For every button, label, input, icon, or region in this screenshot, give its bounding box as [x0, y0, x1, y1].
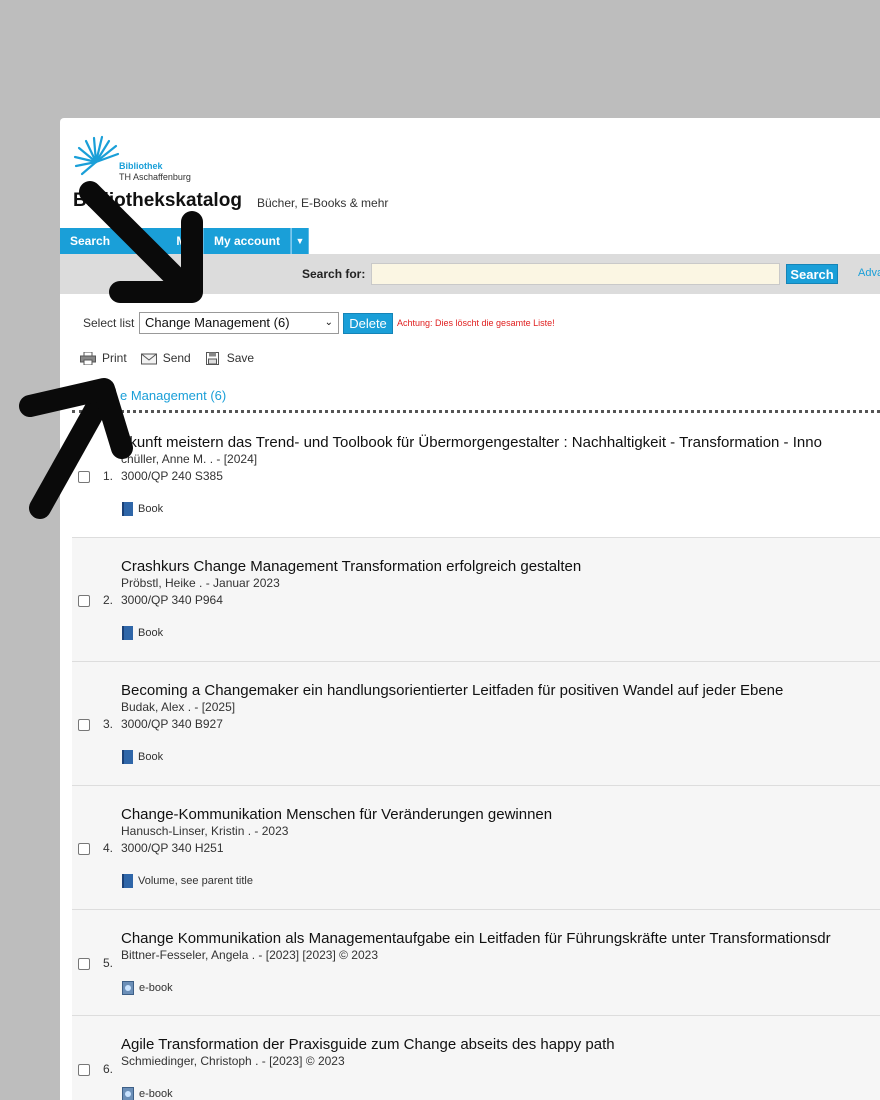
- delete-list-button[interactable]: Delete: [343, 313, 393, 334]
- book-icon: [122, 874, 133, 888]
- list-select-value: Change Management (6): [145, 315, 290, 330]
- list-actions: Print Send Save: [80, 351, 254, 365]
- list-item: Becoming a Changemaker ein handlungsorie…: [72, 662, 880, 786]
- list-select[interactable]: Change Management (6) ⌄: [139, 312, 339, 334]
- media-type: e-book: [122, 981, 173, 995]
- list-item: Change Kommunikation als Managementaufga…: [72, 910, 880, 1016]
- media-type-label: e-book: [139, 982, 173, 994]
- save-action[interactable]: Save: [205, 351, 254, 365]
- media-type: Book: [122, 750, 163, 764]
- media-type-label: e-book: [139, 1088, 173, 1100]
- envelope-icon: [140, 353, 157, 364]
- divider: [72, 410, 880, 413]
- result-checkbox[interactable]: [78, 471, 90, 483]
- result-number: 5.: [103, 956, 114, 970]
- search-bar: Search for: Search Adva: [60, 254, 880, 294]
- result-author: chüller, Anne M. . - [2024]: [121, 452, 258, 466]
- result-title[interactable]: Change Kommunikation als Managementaufga…: [121, 930, 831, 947]
- result-author: Budak, Alex . - [2025]: [121, 700, 236, 714]
- media-type-label: Volume, see parent title: [138, 875, 253, 887]
- book-icon: [122, 626, 133, 640]
- result-title[interactable]: Change-Kommunikation Menschen für Veränd…: [121, 806, 552, 823]
- media-type: Book: [122, 626, 163, 640]
- result-checkbox[interactable]: [78, 1064, 90, 1076]
- print-action[interactable]: Print: [80, 351, 127, 365]
- print-label: Print: [102, 351, 127, 365]
- media-type-label: Book: [138, 627, 164, 639]
- logo-line-2: TH Aschaffenburg: [119, 172, 191, 182]
- floppy-disk-icon: [205, 351, 219, 365]
- page-title: Bibliothekskatalog: [73, 190, 242, 211]
- result-checkbox[interactable]: [78, 958, 90, 970]
- send-label: Send: [162, 351, 191, 365]
- result-number: 4.: [103, 841, 114, 855]
- result-checkbox[interactable]: [78, 719, 90, 731]
- result-author: Hanusch-Linser, Kristin . - 2023: [121, 824, 289, 838]
- result-number: 1.: [103, 469, 114, 483]
- page-subtitle: Bücher, E-Books & mehr: [257, 196, 389, 210]
- sunburst-logo-icon: [73, 135, 120, 176]
- call-number: 3000/QP 340 H251: [121, 841, 224, 855]
- media-type-label: Book: [138, 503, 164, 515]
- delete-warning: Achtung: Dies löscht die gesamte Liste!: [397, 318, 555, 328]
- media-type-label: Book: [138, 751, 164, 763]
- media-type: Volume, see parent title: [122, 874, 253, 888]
- result-author: Pröbstl, Heike . - Januar 2023: [121, 576, 280, 590]
- catalog-page: Bibliothek TH Aschaffenburg Bibliotheksk…: [60, 118, 880, 1100]
- list-item: Crashkurs Change Management Transformati…: [72, 538, 880, 662]
- advanced-search-link[interactable]: Adva: [858, 267, 880, 279]
- printer-icon: [80, 351, 96, 365]
- result-title[interactable]: Becoming a Changemaker ein handlungsorie…: [121, 682, 783, 699]
- tab-my-account[interactable]: My account: [204, 228, 292, 254]
- select-list-label: Select list: [83, 316, 135, 330]
- result-number: 3.: [103, 717, 114, 731]
- list-item: ukunft meistern das Trend- und Toolbook …: [72, 418, 880, 538]
- ebook-icon: [122, 1087, 134, 1100]
- result-title[interactable]: ukunft meistern das Trend- und Toolbook …: [121, 434, 822, 451]
- result-number: 6.: [103, 1062, 114, 1076]
- book-icon: [122, 502, 133, 516]
- tab-my[interactable]: My: [138, 228, 204, 254]
- logo-line-1: Bibliothek: [119, 161, 163, 171]
- ebook-icon: [122, 981, 134, 995]
- save-label: Save: [226, 351, 255, 365]
- media-type: e-book: [122, 1087, 173, 1100]
- result-title[interactable]: Crashkurs Change Management Transformati…: [121, 558, 581, 575]
- call-number: 3000/QP 240 S385: [121, 469, 223, 483]
- search-button[interactable]: Search: [786, 264, 838, 284]
- call-number: 3000/QP 340 B927: [121, 717, 223, 731]
- send-action[interactable]: Send: [140, 351, 191, 365]
- result-number: 2.: [103, 593, 114, 607]
- list-item: Change-Kommunikation Menschen für Veränd…: [72, 786, 880, 910]
- result-list: ukunft meistern das Trend- und Toolbook …: [72, 418, 880, 1100]
- main-nav-tabs: Search My My account ▼: [60, 228, 310, 254]
- media-type: Book: [122, 502, 163, 516]
- call-number: 3000/QP 340 P964: [121, 593, 223, 607]
- library-logo[interactable]: Bibliothek TH Aschaffenburg: [72, 132, 192, 184]
- list-item: Agile Transformation der Praxisguide zum…: [72, 1016, 880, 1100]
- caret-down-icon: ▼: [295, 236, 305, 246]
- search-input[interactable]: [371, 263, 780, 285]
- list-heading[interactable]: e Management (6): [120, 388, 226, 403]
- tab-search[interactable]: Search: [60, 228, 138, 254]
- result-author: Bittner-Fesseler, Angela . - [2023] [202…: [121, 948, 378, 962]
- book-icon: [122, 750, 133, 764]
- result-checkbox[interactable]: [78, 843, 90, 855]
- chevron-down-icon: ⌄: [324, 317, 333, 328]
- result-checkbox[interactable]: [78, 595, 90, 607]
- result-title[interactable]: Agile Transformation der Praxisguide zum…: [121, 1036, 615, 1053]
- result-author: Schmiedinger, Christoph . - [2023] © 202…: [121, 1054, 345, 1068]
- search-label: Search for:: [302, 267, 366, 281]
- account-dropdown-caret[interactable]: ▼: [291, 228, 310, 254]
